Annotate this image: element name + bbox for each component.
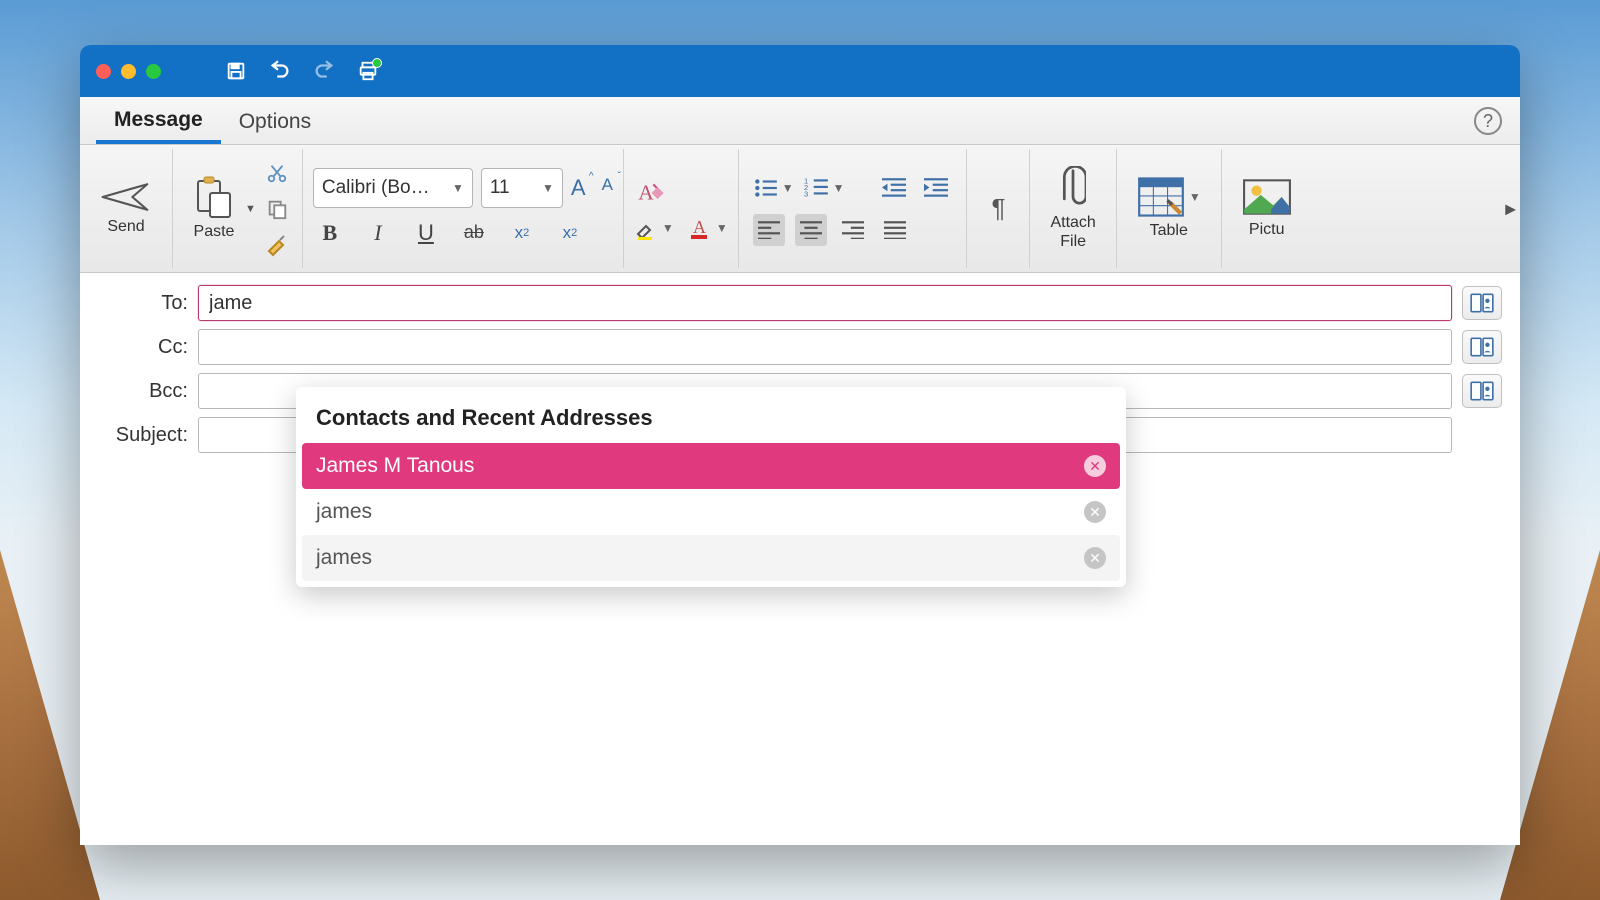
save-button[interactable] (219, 54, 253, 88)
show-formatting-button[interactable]: ¶ (977, 193, 1019, 224)
chevron-down-icon: ▼ (716, 221, 728, 235)
cc-label: Cc: (98, 336, 188, 359)
attach-file-label: Attach File (1050, 214, 1095, 251)
font-size-select[interactable]: 11 ▼ (481, 168, 563, 208)
print-button[interactable] (351, 54, 385, 88)
grow-font-button[interactable]: A^ (571, 175, 586, 201)
cc-field[interactable] (198, 329, 1452, 365)
redo-button[interactable] (307, 54, 341, 88)
underline-button[interactable]: U (409, 216, 443, 250)
autocomplete-item[interactable]: james ✕ (302, 489, 1120, 535)
cut-button[interactable] (262, 158, 292, 188)
window-controls (96, 64, 161, 79)
highlight-color-button[interactable]: ▼ (634, 216, 674, 240)
window-close-button[interactable] (96, 64, 111, 79)
paste-label: Paste (194, 223, 235, 241)
pictures-label: Pictu (1249, 221, 1285, 239)
bold-button[interactable]: B (313, 216, 347, 250)
font-family-value: Calibri (Bo… (322, 177, 430, 199)
window-minimize-button[interactable] (121, 64, 136, 79)
subject-label: Subject: (98, 424, 188, 447)
font-family-select[interactable]: Calibri (Bo… ▼ (313, 168, 473, 208)
font-color-button[interactable]: A ▼ (688, 216, 728, 240)
paste-button[interactable]: Paste (183, 171, 245, 245)
align-left-button[interactable] (753, 214, 785, 246)
shrink-font-button[interactable]: Aˇ (602, 175, 613, 201)
svg-text:A: A (693, 217, 706, 237)
font-group: Calibri (Bo… ▼ 11 ▼ A^ Aˇ B I U (303, 149, 624, 268)
attach-file-button[interactable]: Attach File (1040, 162, 1105, 255)
autocomplete-remove-button[interactable]: ✕ (1084, 455, 1106, 477)
bullet-list-button[interactable]: ▼ (753, 177, 794, 199)
window-zoom-button[interactable] (146, 64, 161, 79)
autocomplete-item-label: James M Tanous (316, 454, 474, 478)
insert-pictures-button[interactable]: Pictu (1232, 173, 1302, 243)
subscript-button[interactable]: x2 (505, 216, 539, 250)
decrease-indent-button[interactable] (878, 172, 910, 204)
to-field[interactable] (198, 285, 1452, 321)
autocomplete-remove-button[interactable]: ✕ (1084, 501, 1106, 523)
pictures-group: Pictu (1222, 149, 1312, 268)
svg-text:3: 3 (804, 189, 808, 198)
chevron-down-icon: ▼ (452, 181, 464, 195)
cc-address-book-button[interactable] (1462, 330, 1502, 364)
strikethrough-button[interactable]: ab (457, 216, 491, 250)
ribbon-overflow-button[interactable]: ▶ (1505, 200, 1516, 217)
help-button[interactable]: ? (1474, 107, 1502, 135)
paste-dropdown[interactable]: ▼ (245, 203, 256, 215)
autocomplete-item[interactable]: James M Tanous ✕ (302, 443, 1120, 489)
table-group: ▼ Table (1117, 149, 1222, 268)
autocomplete-item[interactable]: james ✕ (302, 535, 1120, 581)
italic-button[interactable]: I (361, 216, 395, 250)
send-group: Send (80, 149, 173, 268)
increase-indent-button[interactable] (920, 172, 952, 204)
format-painter-button[interactable] (262, 230, 292, 260)
tab-options[interactable]: Options (221, 100, 329, 142)
table-label: Table (1150, 222, 1188, 240)
tab-message[interactable]: Message (96, 98, 221, 144)
chevron-down-icon: ▼ (1189, 190, 1201, 204)
chevron-down-icon: ▼ (662, 221, 674, 235)
chevron-down-icon: ▼ (833, 181, 845, 195)
autocomplete-item-label: james (316, 546, 372, 570)
copy-button[interactable] (262, 194, 292, 224)
paragraph-group: ▼ 123 ▼ (739, 149, 968, 268)
superscript-button[interactable]: x2 (553, 216, 587, 250)
send-label: Send (107, 218, 144, 236)
autocomplete-remove-button[interactable]: ✕ (1084, 547, 1106, 569)
autocomplete-popup: Contacts and Recent Addresses James M Ta… (296, 387, 1126, 587)
insert-table-button[interactable]: ▼ Table (1127, 172, 1211, 244)
font-size-value: 11 (490, 177, 510, 199)
ribbon: Send Paste ▼ (80, 145, 1520, 273)
align-center-button[interactable] (795, 214, 827, 246)
svg-text:A: A (638, 180, 654, 204)
titlebar (80, 45, 1520, 97)
autocomplete-header: Contacts and Recent Addresses (302, 395, 1120, 443)
bcc-address-book-button[interactable] (1462, 374, 1502, 408)
pilcrow-group: ¶ (967, 149, 1030, 268)
font-color-group: A ▼ A ▼ (624, 149, 739, 268)
to-label: To: (98, 292, 188, 315)
align-right-button[interactable] (837, 214, 869, 246)
undo-button[interactable] (263, 54, 297, 88)
attach-group: Attach File (1030, 149, 1116, 268)
send-button[interactable]: Send (90, 176, 162, 240)
bcc-label: Bcc: (98, 380, 188, 403)
autocomplete-item-label: james (316, 500, 372, 524)
chevron-down-icon: ▼ (782, 181, 794, 195)
align-justify-button[interactable] (879, 214, 911, 246)
compose-window: Message Options ? Send Paste ▼ (80, 45, 1520, 845)
chevron-down-icon: ▼ (542, 181, 554, 195)
clear-formatting-button[interactable]: A (634, 178, 728, 208)
to-address-book-button[interactable] (1462, 286, 1502, 320)
clipboard-group: Paste ▼ (173, 149, 303, 268)
numbered-list-button[interactable]: 123 ▼ (804, 177, 845, 199)
ribbon-tabs: Message Options ? (80, 97, 1520, 145)
